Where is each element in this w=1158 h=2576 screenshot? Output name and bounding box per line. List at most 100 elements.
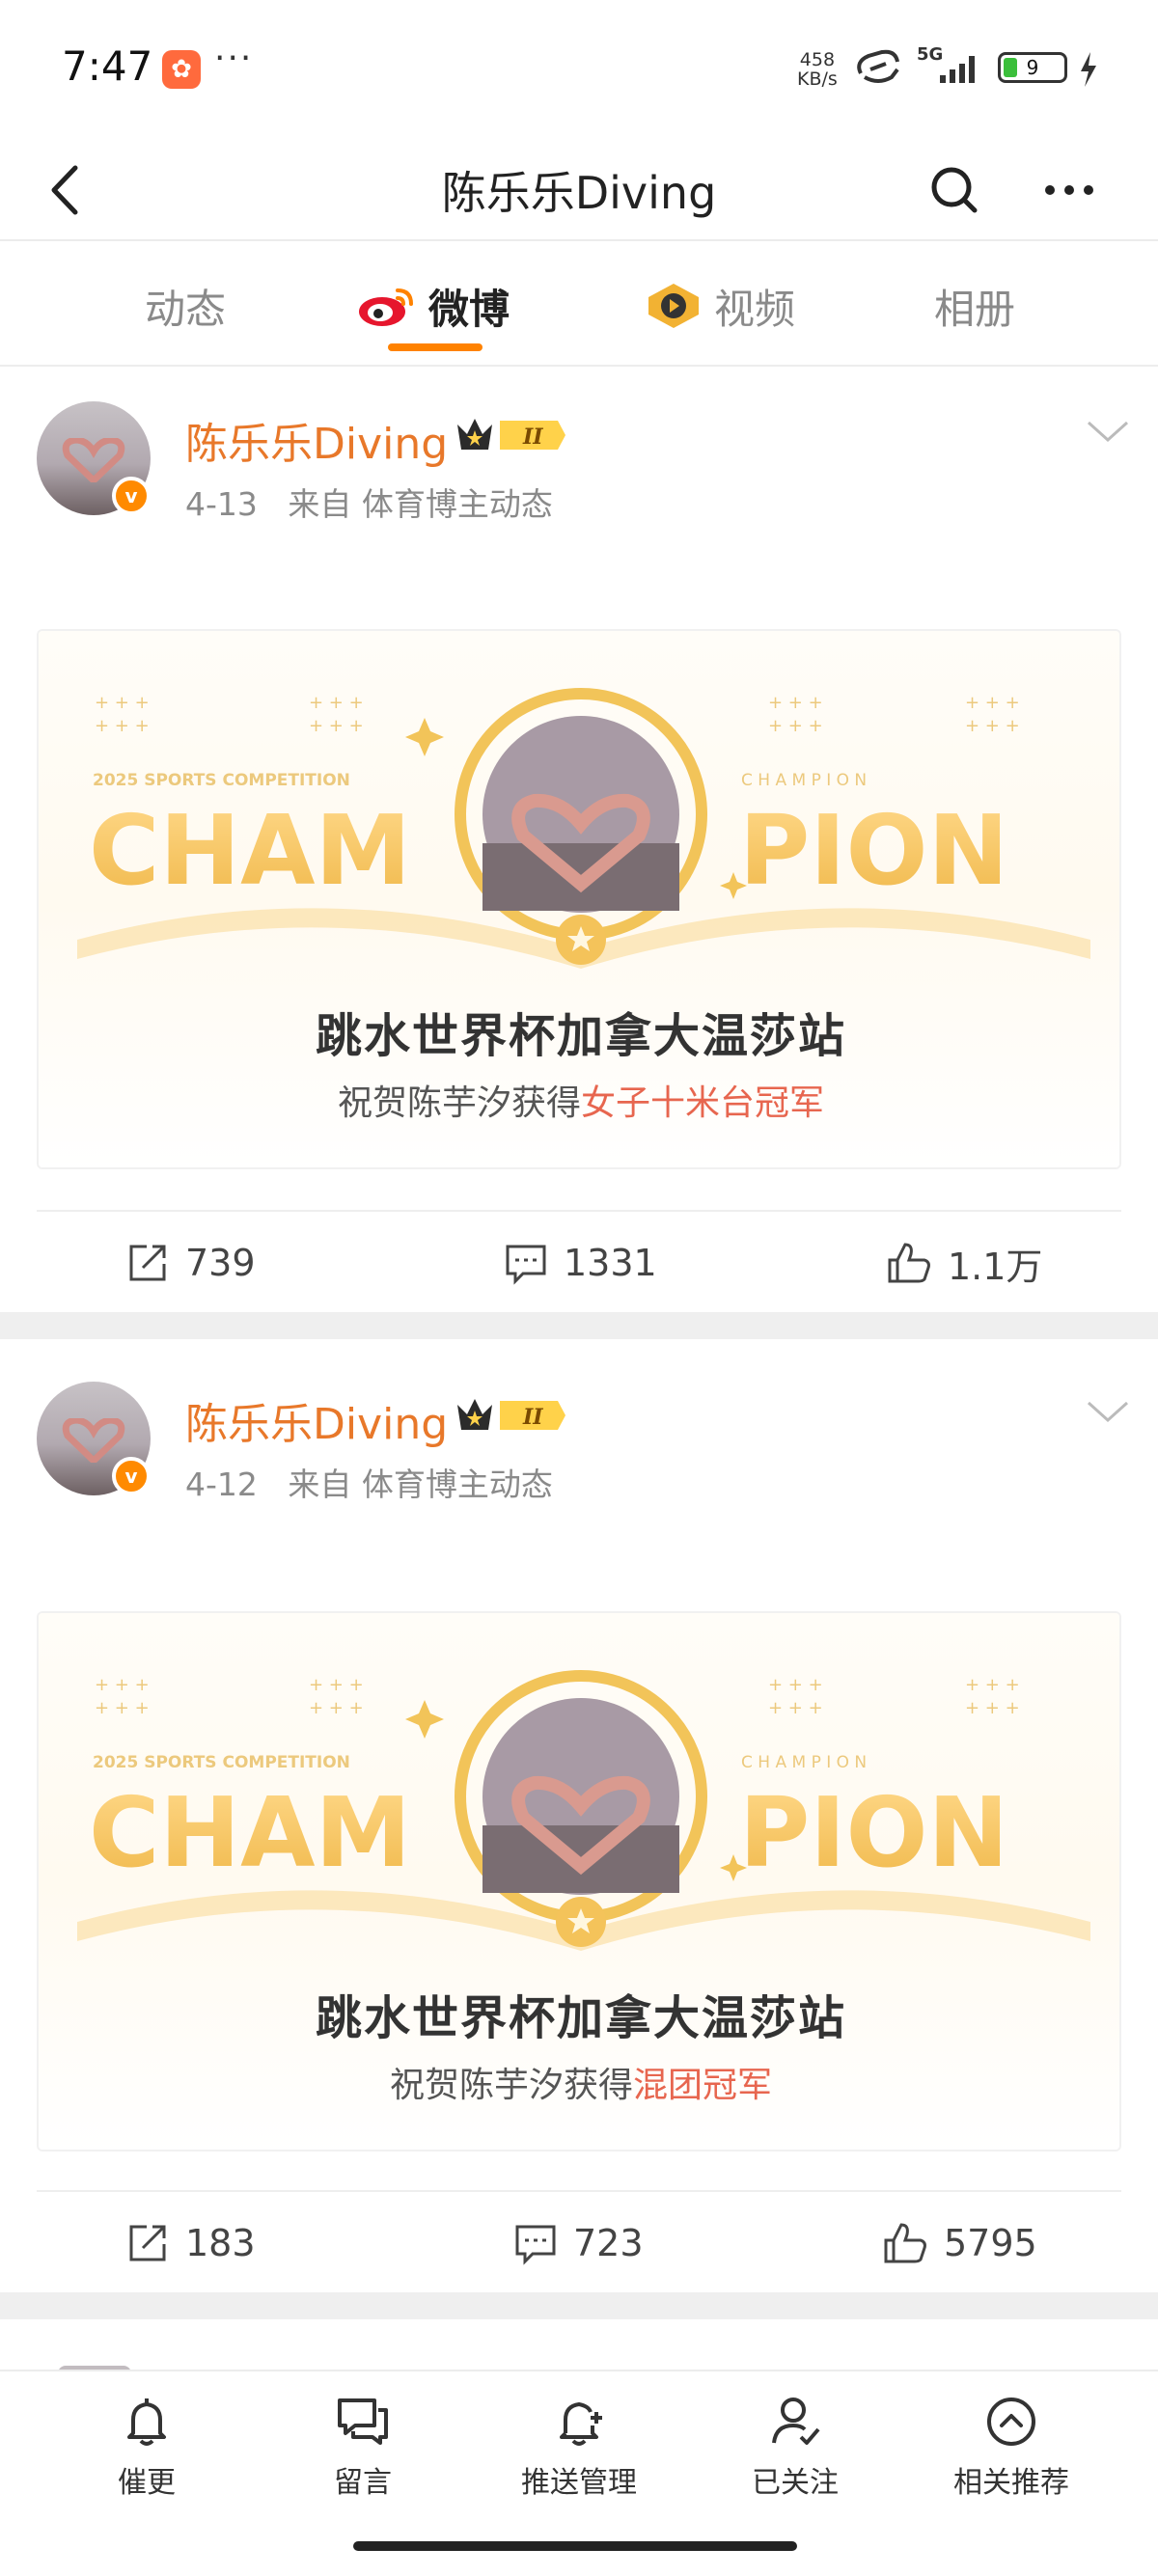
profile-tabs: 动态 微博 视频 相册 xyxy=(0,243,1158,367)
post-actions: 739 1331 1.1万 xyxy=(37,1210,1121,1312)
comment-icon xyxy=(506,1245,546,1285)
post-author[interactable]: 陈乐乐Diving xyxy=(185,1389,448,1451)
search-icon[interactable] xyxy=(924,147,982,233)
push-settings-button[interactable]: 推送管理 xyxy=(482,2395,676,2510)
crown-level-badge-icon[interactable]: II xyxy=(454,413,567,457)
banner-small-left: 2025 SPORTS COMPETITION xyxy=(93,771,350,790)
tab-dynamic[interactable]: 动态 xyxy=(145,272,226,340)
avatar[interactable]: v xyxy=(37,1382,151,1495)
weibo-post: v 陈乐乐Diving II 4-13 来自 体育博主动态 + + + + + +… xyxy=(0,369,1158,1312)
crown-level-badge-icon[interactable]: II xyxy=(454,1393,567,1438)
badge-level: II xyxy=(522,425,543,450)
more-notifications-icon: ··· xyxy=(214,39,254,78)
comment-count: 1331 xyxy=(564,1242,657,1284)
network-speed: 458 KB/s xyxy=(797,50,838,89)
thumbs-up-icon xyxy=(888,1243,930,1283)
network-speed-unit: KB/s xyxy=(797,69,838,90)
svg-text:+ + +: + + + xyxy=(768,716,823,736)
avatar[interactable]: v xyxy=(37,401,151,515)
status-time: 7:47 xyxy=(62,42,153,90)
top-nav-bar: 陈乐乐Diving xyxy=(0,135,1158,241)
following-button[interactable]: 已关注 xyxy=(699,2395,892,2510)
svg-text:+ + +: + + + xyxy=(95,1675,150,1695)
verified-badge-icon: v xyxy=(112,1457,151,1495)
tab-album[interactable]: 相册 xyxy=(934,272,1015,340)
badge-level: II xyxy=(522,1405,543,1430)
comment-button[interactable]: 723 xyxy=(513,2192,644,2294)
network-speed-value: 458 xyxy=(799,49,836,70)
svg-text:+ + +: + + + xyxy=(768,1698,823,1718)
user-check-icon xyxy=(772,2398,820,2445)
svg-text:+ + +: + + + xyxy=(309,716,364,736)
post-source: 来自 体育博主动态 xyxy=(288,485,553,523)
post-separator xyxy=(0,1312,1158,1339)
post-meta: 4-13 来自 体育博主动态 xyxy=(185,479,553,525)
bottom-label: 相关推荐 xyxy=(953,2466,1069,2500)
banner-left-text: CHAM xyxy=(89,1776,411,1889)
tab-label: 动态 xyxy=(145,285,227,333)
bottom-label: 已关注 xyxy=(752,2466,839,2500)
tab-label: 微博 xyxy=(428,285,510,333)
svg-text:+ + +: + + + xyxy=(965,1675,1020,1695)
svg-text:+ + +: + + + xyxy=(965,693,1020,713)
svg-text:+ + +: + + + xyxy=(965,716,1020,736)
weibo-post: v 陈乐乐Diving II 4-12 来自 体育博主动态 + + + + + +… xyxy=(0,1347,1158,2292)
like-count: 5795 xyxy=(944,2222,1037,2264)
like-count: 1.1万 xyxy=(948,1245,1043,1288)
comment-count: 723 xyxy=(573,2222,644,2264)
post-separator xyxy=(0,2292,1158,2319)
banner-small-right: C H A M P I O N xyxy=(741,1753,867,1772)
svg-text:+ + +: + + + xyxy=(95,1698,150,1718)
svg-text:+ + +: + + + xyxy=(309,693,364,713)
tab-video[interactable]: 视频 xyxy=(645,272,795,340)
remind-update-button[interactable]: 催更 xyxy=(50,2395,243,2510)
post-author[interactable]: 陈乐乐Diving xyxy=(185,409,448,471)
post-date: 4-12 xyxy=(185,1466,258,1503)
card-subtitle: 祝贺陈芋汐获得混团冠军 xyxy=(39,2057,1119,2107)
repost-button[interactable]: 739 xyxy=(125,1212,256,1314)
chevron-up-circle-icon xyxy=(987,2398,1035,2446)
post-date: 4-13 xyxy=(185,485,258,523)
battery-icon: 9 xyxy=(998,52,1067,83)
page-title: 陈乐乐Diving xyxy=(441,167,717,219)
svg-text:+ + +: + + + xyxy=(768,1675,823,1695)
comment-button[interactable]: 1331 xyxy=(504,1212,657,1314)
weibo-logo-icon xyxy=(359,288,413,326)
champion-banner: + + + + + + + + + + + + + + + + + + + + + + … xyxy=(77,1670,1090,1951)
heart-hands-icon xyxy=(62,1418,125,1463)
tab-label: 相册 xyxy=(934,285,1016,333)
message-button[interactable]: 留言 xyxy=(266,2395,459,2510)
bottom-label: 催更 xyxy=(118,2466,176,2500)
card-title: 跳水世界杯加拿大温莎站 xyxy=(315,1009,846,1063)
bell-icon xyxy=(127,2398,166,2446)
champion-card[interactable]: + + + + + + + + + + + + + + + + + + + + + + … xyxy=(37,629,1121,1169)
svg-text:+ + +: + + + xyxy=(95,693,150,713)
repost-icon xyxy=(129,1245,166,1281)
champion-banner: + + + + + + + + + + + + + + + + + + + + + + … xyxy=(77,688,1090,969)
heart-hands-icon xyxy=(62,438,125,482)
battery-level: 9 xyxy=(1026,56,1039,79)
banner-small-left: 2025 SPORTS COMPETITION xyxy=(93,1753,350,1772)
banner-right-text: PION xyxy=(739,1776,1008,1889)
more-icon[interactable] xyxy=(1040,147,1098,233)
card-subtitle: 祝贺陈芋汐获得女子十米台冠军 xyxy=(39,1075,1119,1125)
banner-left-text: CHAM xyxy=(89,794,411,907)
home-indicator[interactable] xyxy=(353,2541,797,2551)
svg-text:+ + +: + + + xyxy=(309,1698,364,1718)
bottom-label: 留言 xyxy=(334,2466,392,2500)
chevron-down-icon[interactable] xyxy=(1085,1397,1131,1426)
like-button[interactable]: 5795 xyxy=(882,2192,1037,2294)
active-tab-indicator xyxy=(388,343,482,351)
card-subtitle-prefix: 祝贺陈芋汐获得 xyxy=(337,1083,581,1123)
related-recommend-button[interactable]: 相关推荐 xyxy=(915,2395,1108,2510)
chevron-down-icon[interactable] xyxy=(1085,417,1131,446)
comment-icon xyxy=(515,2225,556,2265)
tab-weibo[interactable]: 微博 xyxy=(357,272,510,340)
repost-count: 739 xyxy=(185,1242,256,1284)
like-button[interactable]: 1.1万 xyxy=(886,1212,1042,1314)
back-icon[interactable] xyxy=(39,147,96,233)
champion-card[interactable]: + + + + + + + + + + + + + + + + + + + + + + … xyxy=(37,1611,1121,2151)
svg-text:+ + +: + + + xyxy=(95,716,150,736)
repost-button[interactable]: 183 xyxy=(125,2192,256,2294)
banner-right-text: PION xyxy=(739,794,1008,907)
